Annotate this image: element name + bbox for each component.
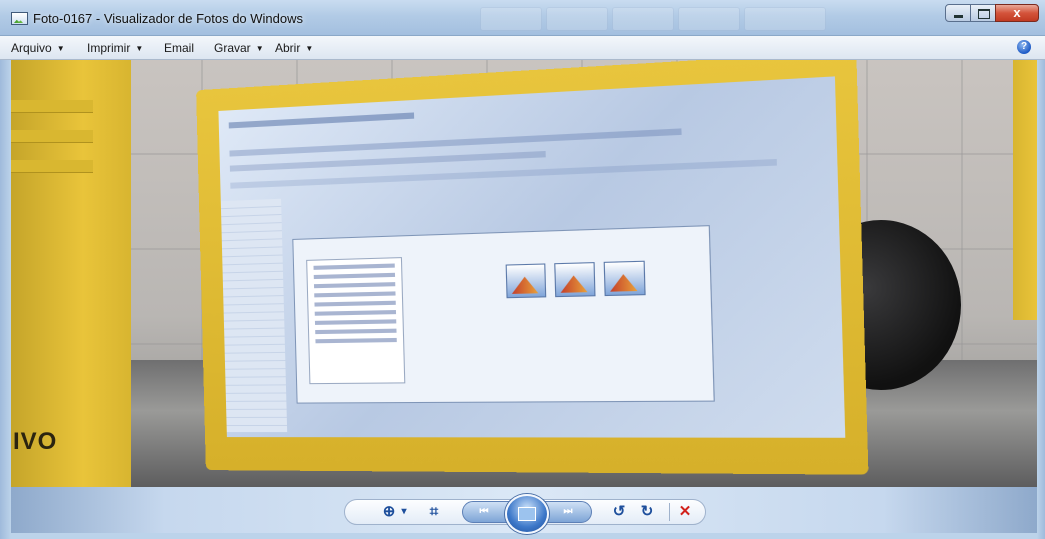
menu-bar: Arquivo ▼ Imprimir ▼ Email Gravar ▼ Abrir ▼ … bbox=[0, 36, 1045, 60]
drive-bay bbox=[11, 130, 93, 143]
delete-button[interactable]: ✕ bbox=[675, 503, 695, 521]
photo-brand-text: IVO bbox=[13, 428, 57, 456]
zoom-icon: ⊕ bbox=[383, 503, 396, 520]
menu-email[interactable]: Email bbox=[164, 41, 194, 55]
screen-blur-line bbox=[229, 112, 414, 128]
chevron-down-icon: ▾ bbox=[401, 506, 406, 517]
screen-blur-line bbox=[229, 128, 681, 156]
menu-arquivo[interactable]: Arquivo ▼ bbox=[11, 41, 65, 55]
rotate-clockwise-button[interactable]: ↻ bbox=[637, 503, 657, 521]
rotate-counterclockwise-button[interactable]: ↺ bbox=[609, 503, 629, 521]
screen-chart-thumb bbox=[604, 261, 646, 296]
rotate-ccw-icon: ↺ bbox=[613, 503, 626, 520]
menu-imprimir[interactable]: Imprimir ▼ bbox=[87, 41, 143, 55]
photo-monitor-screen bbox=[218, 76, 845, 437]
chevron-down-icon: ▼ bbox=[305, 44, 313, 53]
delete-icon: ✕ bbox=[679, 503, 692, 520]
close-button[interactable]: x bbox=[995, 4, 1039, 22]
photo-viewer-app-icon[interactable] bbox=[11, 12, 28, 25]
maximize-button[interactable] bbox=[970, 4, 996, 22]
menu-gravar[interactable]: Gravar ▼ bbox=[214, 41, 264, 55]
menu-arquivo-label: Arquivo bbox=[11, 41, 52, 55]
chevron-down-icon: ▼ bbox=[57, 44, 65, 53]
menu-imprimir-label: Imprimir bbox=[87, 41, 130, 55]
zoom-button[interactable]: ⊕ bbox=[379, 503, 399, 521]
screen-chart-thumb bbox=[554, 262, 595, 297]
screen-chart-thumb bbox=[506, 263, 547, 298]
menu-email-label: Email bbox=[164, 41, 194, 55]
photo-computer-case-left: IVO bbox=[11, 60, 131, 487]
chevron-down-icon: ▼ bbox=[135, 44, 143, 53]
previous-button[interactable]: ⏮ bbox=[473, 503, 495, 521]
drive-bay bbox=[11, 160, 93, 173]
drive-bay bbox=[11, 100, 93, 113]
chevron-down-icon: ▼ bbox=[256, 44, 264, 53]
slideshow-button[interactable] bbox=[505, 494, 549, 534]
minimize-button[interactable] bbox=[945, 4, 971, 22]
actual-size-button[interactable]: ⌗ bbox=[424, 503, 444, 521]
screen-dialog-list bbox=[306, 257, 405, 384]
photo-computer-case-right bbox=[1013, 60, 1037, 320]
minimize-icon bbox=[954, 15, 963, 18]
window-frame-left bbox=[0, 60, 11, 539]
slideshow-icon bbox=[518, 507, 536, 521]
window-title: Foto-0167 - Visualizador de Fotos do Win… bbox=[33, 11, 303, 26]
background-taskbar-ghost bbox=[480, 7, 826, 31]
screen-spreadsheet-rows bbox=[221, 199, 287, 432]
photo-monitor bbox=[196, 60, 868, 475]
viewer-control-bar: ⊕ ▾ ⌗ ⏮ ⏭ ↺ ↻ ✕ bbox=[11, 487, 1037, 533]
next-button[interactable]: ⏭ bbox=[557, 503, 579, 521]
photo-display: IVO bbox=[11, 60, 1037, 487]
menu-gravar-label: Gravar bbox=[214, 41, 251, 55]
previous-icon: ⏮ bbox=[480, 506, 489, 517]
zoom-dropdown[interactable]: ▾ bbox=[399, 503, 409, 521]
control-divider bbox=[669, 503, 670, 521]
maximize-icon bbox=[978, 9, 990, 19]
fit-window-icon: ⌗ bbox=[430, 503, 438, 520]
next-icon: ⏭ bbox=[564, 506, 573, 517]
rotate-cw-icon: ↻ bbox=[641, 503, 654, 520]
help-icon[interactable]: ? bbox=[1017, 40, 1031, 54]
menu-abrir-label: Abrir bbox=[275, 41, 300, 55]
close-icon: x bbox=[1013, 5, 1020, 20]
window-frame-right bbox=[1037, 60, 1045, 539]
window-controls: x bbox=[946, 4, 1039, 22]
screen-chart-wizard-dialog bbox=[292, 225, 715, 404]
menu-abrir[interactable]: Abrir ▼ bbox=[275, 41, 313, 55]
title-bar: Foto-0167 - Visualizador de Fotos do Win… bbox=[0, 0, 1045, 36]
